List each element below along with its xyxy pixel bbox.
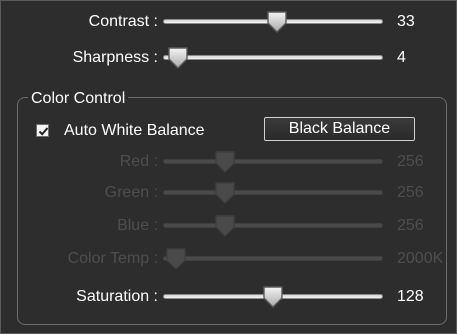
slider-thumb[interactable] — [262, 285, 284, 309]
slider-thumb[interactable] — [165, 247, 187, 271]
black-balance-button[interactable]: Black Balance — [264, 117, 415, 141]
color-temp-slider[interactable] — [163, 246, 383, 272]
sharpness-value: 4 — [397, 49, 406, 66]
slider-thumb[interactable] — [214, 214, 236, 238]
slider-track — [163, 256, 383, 261]
slider-thumb[interactable] — [266, 10, 288, 34]
saturation-slider[interactable] — [163, 284, 383, 310]
slider-thumb[interactable] — [214, 150, 236, 174]
saturation-row: Saturation : 128 — [1, 284, 457, 310]
red-slider[interactable] — [163, 149, 383, 175]
slider-thumb[interactable] — [167, 46, 189, 70]
slider-track — [163, 159, 383, 164]
slider-track — [163, 190, 383, 195]
slider-thumb[interactable] — [214, 181, 236, 205]
checkbox-box[interactable] — [36, 124, 49, 137]
contrast-label: Contrast : — [88, 13, 158, 30]
green-row: Green : 256 — [1, 180, 457, 206]
color-temp-row: Color Temp : 2000K — [1, 246, 457, 272]
green-value: 256 — [397, 184, 424, 201]
contrast-row: Contrast : 33 — [1, 9, 457, 35]
green-slider[interactable] — [163, 180, 383, 206]
red-row: Red : 256 — [1, 149, 457, 175]
color-temp-value: 2000K — [397, 250, 444, 267]
blue-value: 256 — [397, 217, 424, 234]
sharpness-label: Sharpness : — [72, 49, 158, 66]
blue-row: Blue : 256 — [1, 213, 457, 239]
saturation-label: Saturation : — [76, 288, 158, 305]
saturation-value: 128 — [397, 288, 424, 305]
checkmark-icon — [38, 127, 49, 136]
green-label: Green : — [104, 184, 158, 201]
color-temp-label: Color Temp : — [67, 250, 158, 267]
contrast-value: 33 — [397, 13, 415, 30]
blue-slider[interactable] — [163, 213, 383, 239]
blue-label: Blue : — [117, 217, 158, 234]
sharpness-row: Sharpness : 4 — [1, 45, 457, 71]
slider-track — [163, 55, 383, 60]
red-label: Red : — [119, 153, 158, 170]
auto-white-balance-label: Auto White Balance — [64, 122, 205, 139]
red-value: 256 — [397, 153, 424, 170]
color-control-title: Color Control — [28, 89, 129, 109]
slider-track — [163, 223, 383, 228]
image-settings-panel: Contrast : 33 Sharpness : 4 Color Contro… — [0, 0, 457, 334]
contrast-slider[interactable] — [163, 9, 383, 35]
sharpness-slider[interactable] — [163, 45, 383, 71]
